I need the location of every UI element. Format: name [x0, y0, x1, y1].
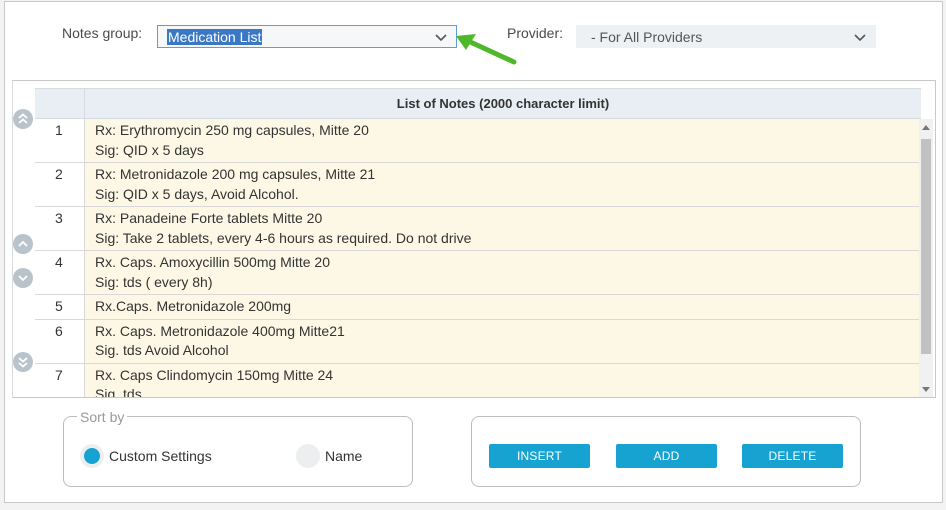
table-row[interactable]: 5 Rx.Caps. Metronidazole 200mg — [35, 295, 921, 320]
sort-option-custom-settings[interactable]: Custom Settings — [80, 444, 212, 468]
table-row[interactable]: 7 Rx. Caps Clindomycin 150mg Mitte 24 Sig.… — [35, 363, 921, 398]
note-line: Sig. tds Avoid Alcohol — [95, 342, 229, 358]
row-number: 1 — [35, 119, 85, 162]
provider-value: - For All Providers — [591, 28, 703, 45]
notes-group-label: Notes group: — [62, 25, 143, 41]
sort-by-legend: Sort by — [77, 409, 128, 425]
note-line: Rx: Panadeine Forte tablets Mitte 20 — [95, 210, 323, 226]
move-to-bottom-button[interactable] — [13, 352, 33, 372]
note-line: Sig: QID x 5 days, Avoid Alcohol. — [95, 185, 299, 202]
note-line: Sig: tds ( every 8h) — [95, 273, 213, 290]
row-note[interactable]: Rx: Metronidazole 200 mg capsules, Mitte… — [85, 163, 921, 206]
notes-table-container: List of Notes (2000 character limit) 1 Rx… — [12, 80, 936, 398]
row-note[interactable]: Rx. Caps. Amoxycillin 500mg Mitte 20 Sig:… — [85, 251, 921, 294]
table-header: List of Notes (2000 character limit) — [35, 89, 921, 119]
table-row[interactable]: 3 Rx: Panadeine Forte tablets Mitte 20 Sig… — [35, 207, 921, 251]
table-row[interactable]: 2 Rx: Metronidazole 200 mg capsules, Mitt… — [35, 163, 921, 207]
provider-label: Provider: — [507, 25, 564, 41]
move-to-top-button[interactable] — [13, 109, 33, 129]
note-line: Sig: Take 2 tablets, every 4-6 hours as … — [95, 229, 472, 246]
column-header-notes: List of Notes (2000 character limit) — [396, 96, 610, 111]
add-button[interactable]: ADD — [616, 444, 717, 468]
scroll-down-arrow-icon[interactable] — [922, 387, 930, 392]
scroll-up-arrow-icon[interactable] — [922, 125, 930, 130]
chevron-down-icon — [18, 275, 28, 282]
table-row[interactable]: 4 Rx. Caps. Amoxycillin 500mg Mitte 20 Sig… — [35, 251, 921, 295]
row-number: 7 — [35, 363, 85, 397]
note-line: Rx: Metronidazole 200 mg capsules, Mitte… — [95, 166, 376, 182]
row-number: 5 — [35, 295, 85, 319]
table-row[interactable]: 6 Rx. Caps. Metronidazole 400mg Mitte21 Si… — [35, 319, 921, 364]
move-up-button[interactable] — [13, 234, 33, 254]
row-number: 2 — [35, 163, 85, 206]
radio-unchecked-icon[interactable] — [296, 444, 320, 468]
move-down-button[interactable] — [13, 268, 33, 288]
note-line: Rx. Caps. Amoxycillin 500mg Mitte 20 — [95, 254, 330, 270]
note-line: Rx: Erythromycin 250 mg capsules, Mitte … — [95, 122, 369, 138]
insert-button[interactable]: INSERT — [489, 444, 590, 468]
sort-by-group: Sort by Custom Settings Name — [63, 409, 413, 487]
vertical-scrollbar[interactable] — [919, 119, 933, 397]
chevron-down-icon — [854, 34, 866, 42]
note-line: Sig: QID x 5 days — [95, 141, 204, 158]
sort-option-name[interactable]: Name — [296, 444, 362, 468]
radio-checked-icon[interactable] — [80, 444, 104, 468]
provider-select[interactable]: - For All Providers — [576, 25, 876, 48]
actions-group: INSERT ADD DELETE — [471, 416, 861, 487]
chevron-double-down-icon — [18, 357, 28, 368]
chevron-double-up-icon — [18, 113, 28, 124]
row-note[interactable]: Rx. Caps. Metronidazole 400mg Mitte21 Sig… — [85, 319, 921, 363]
row-note[interactable]: Rx: Panadeine Forte tablets Mitte 20 Sig:… — [85, 207, 921, 250]
note-line: Sig. tds — [95, 386, 142, 398]
table-row[interactable]: 1 Rx: Erythromycin 250 mg capsules, Mitte… — [35, 119, 921, 163]
sort-option-custom-label: Custom Settings — [109, 448, 212, 464]
delete-button[interactable]: DELETE — [742, 444, 843, 468]
row-number: 3 — [35, 207, 85, 250]
notes-table: List of Notes (2000 character limit) 1 Rx… — [35, 88, 921, 398]
chevron-up-icon — [18, 240, 28, 247]
chevron-down-icon — [435, 34, 447, 42]
row-note[interactable]: Rx.Caps. Metronidazole 200mg — [85, 295, 921, 319]
row-note[interactable]: Rx: Erythromycin 250 mg capsules, Mitte … — [85, 119, 921, 162]
note-line: Rx. Caps. Metronidazole 400mg Mitte21 — [95, 322, 345, 339]
row-number: 4 — [35, 251, 85, 294]
scrollbar-thumb[interactable] — [921, 139, 931, 354]
note-line: Rx.Caps. Metronidazole 200mg — [95, 298, 292, 314]
notes-group-value: Medication List — [167, 28, 263, 45]
row-number: 6 — [35, 319, 85, 363]
note-line: Rx. Caps Clindomycin 150mg Mitte 24 — [95, 366, 334, 383]
row-note[interactable]: Rx. Caps Clindomycin 150mg Mitte 24 Sig. … — [85, 363, 921, 398]
notes-group-select[interactable]: Medication List — [157, 25, 457, 48]
sort-option-name-label: Name — [325, 448, 363, 464]
column-header-number — [35, 89, 85, 118]
table-body: 1 Rx: Erythromycin 250 mg capsules, Mitte… — [35, 119, 921, 398]
